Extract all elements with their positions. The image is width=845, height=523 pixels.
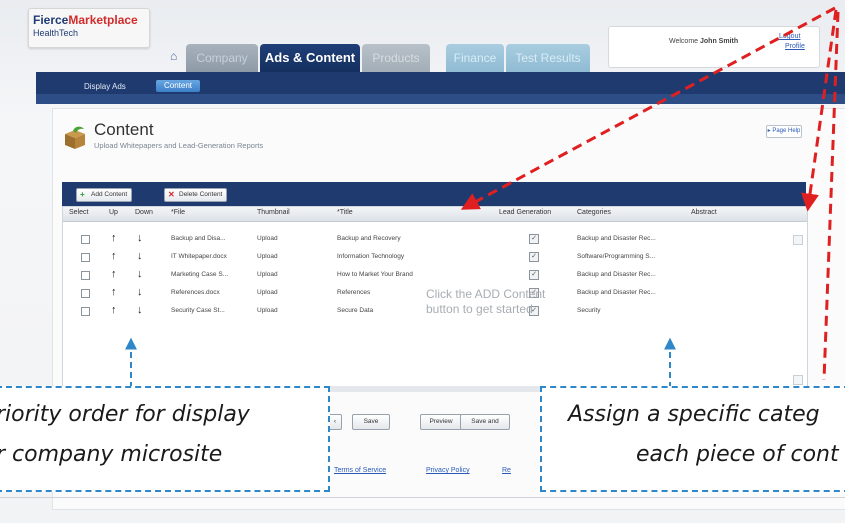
red-arrow-down-right <box>822 11 840 381</box>
screenshot-canvas: FierceMarketplace HealthTech ⌂ Company A… <box>0 0 845 523</box>
red-arrow-to-title <box>460 6 836 210</box>
callout-left-line1: riority order for display <box>0 402 250 427</box>
callout-assign-category: Assign a specific categ each piece of co… <box>540 386 845 492</box>
callout-priority-order: riority order for display r company micr… <box>0 386 330 492</box>
callout-right-line1: Assign a specific categ <box>568 402 820 427</box>
callout-left-line2: r company microsite <box>0 442 223 467</box>
callout-right-line2: each piece of cont <box>636 442 839 467</box>
